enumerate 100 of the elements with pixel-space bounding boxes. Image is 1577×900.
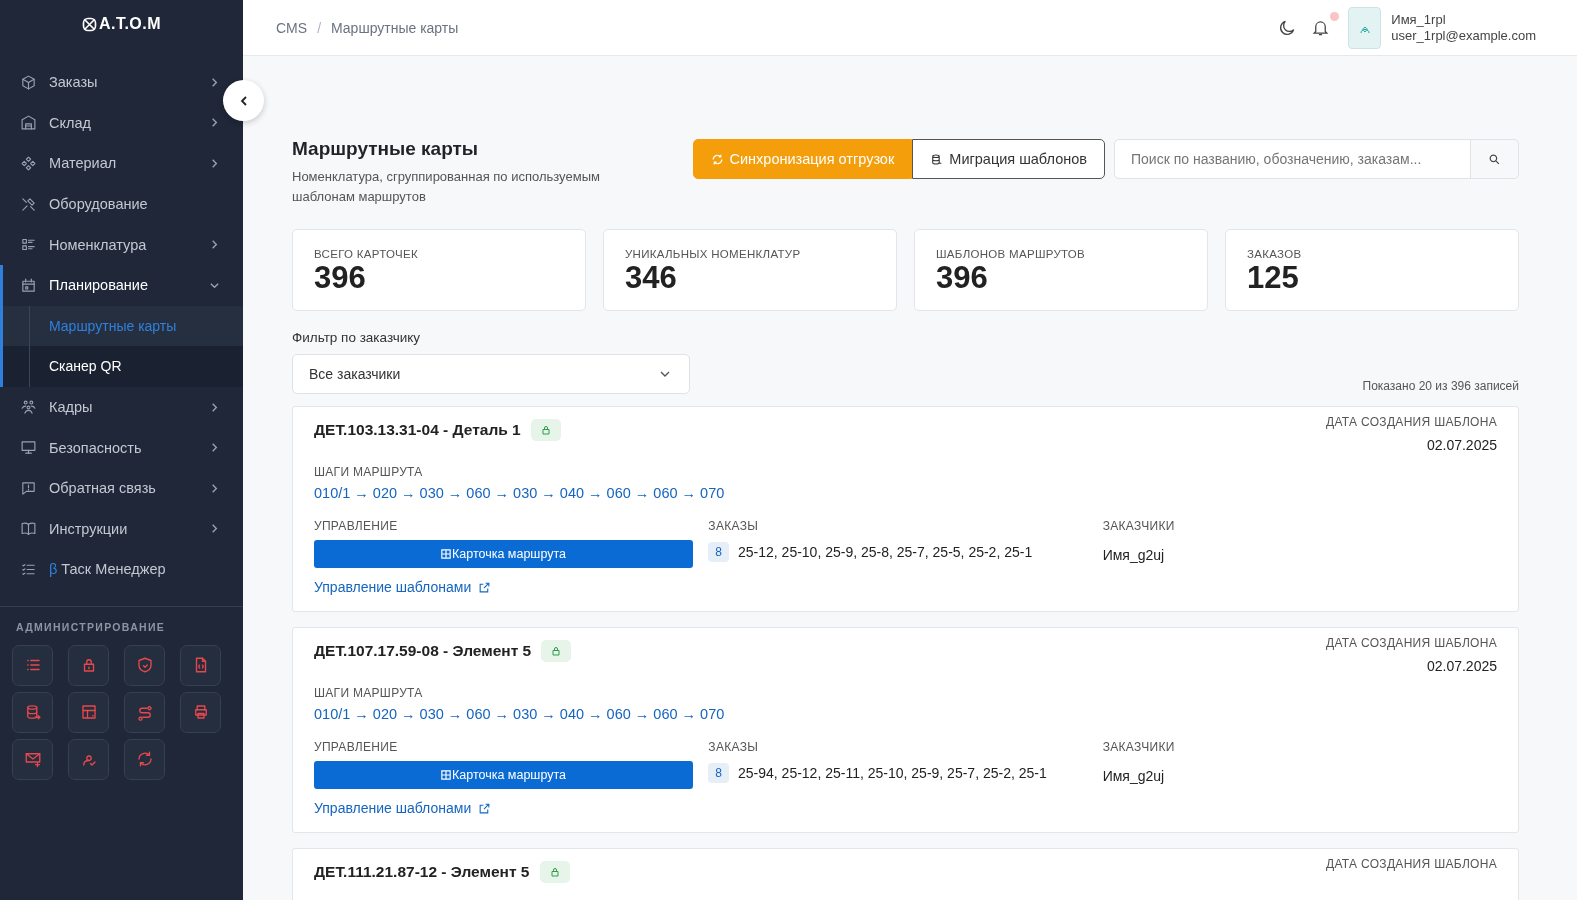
breadcrumb-separator: /: [317, 19, 321, 36]
refresh-icon: [135, 750, 154, 769]
nav-icon: [20, 276, 37, 294]
order-list: 25-12, 25-10, 25-9, 25-8, 25-7, 25-5, 25-2, 25-1: [738, 544, 1033, 560]
card-title: ДЕТ.107.17.59-08 - Элемент 5: [314, 642, 532, 660]
nav-item[interactable]: Планирование: [3, 264, 220, 306]
nav-item[interactable]: Заказы: [0, 62, 220, 103]
record-count: Показано 20 из 396 записей: [1362, 379, 1519, 393]
logo-text: A.T.O.M: [98, 15, 162, 33]
route-card-button[interactable]: Карточка маршрута: [314, 761, 693, 789]
admin-button[interactable]: [12, 691, 53, 733]
field-label: ШАГИ МАРШРУТА: [314, 686, 424, 700]
stat-label: ЗАКАЗОВ: [1247, 248, 1303, 260]
customer-name: Имя_g2uj: [1102, 768, 1166, 784]
page-title: Маршрутные карты: [292, 138, 480, 160]
table-icon: [79, 703, 98, 722]
nav-icon: [20, 114, 37, 132]
customer-dropdown[interactable]: Все заказчики: [292, 354, 690, 394]
nav-icon: [20, 398, 37, 416]
stat-label: ВСЕГО КАРТОЧЕК: [314, 248, 419, 260]
route-icon: [135, 703, 154, 722]
chevron-icon: [209, 442, 220, 454]
admin-button[interactable]: [180, 691, 221, 733]
date-value: 02.07.2025: [1426, 658, 1497, 674]
admin-button[interactable]: [68, 738, 109, 780]
refresh-icon: [710, 152, 724, 166]
admin-button[interactable]: [68, 691, 109, 733]
field-label: УПРАВЛЕНИЕ: [314, 519, 399, 533]
date-value: 02.07.2025: [1426, 437, 1497, 453]
customer-name: Имя_g2uj: [1102, 547, 1166, 563]
grid-icon: [441, 549, 451, 559]
nav-icon: [20, 73, 37, 91]
stat-value: 396: [936, 260, 989, 296]
bell-icon[interactable]: [1311, 18, 1331, 37]
filter-label: Фильтр по заказчику: [292, 330, 422, 345]
admin-button[interactable]: [68, 644, 109, 686]
nav-icon: [20, 439, 37, 457]
lock-icon: [548, 866, 561, 878]
logo[interactable]: A.T.O.M: [0, 0, 243, 48]
page-subtitle: Номенклатура, сгруппированная по используемым шаблонам маршрутов: [292, 168, 601, 206]
lock-icon: [550, 645, 563, 657]
search-icon: [1488, 152, 1501, 166]
nav-item[interactable]: Кадры: [0, 386, 220, 428]
admin-button[interactable]: [124, 691, 165, 733]
templates-link[interactable]: Управление шаблонами: [314, 579, 492, 595]
nav-item[interactable]: Обратная связь: [0, 467, 220, 509]
field-label: УПРАВЛЕНИЕ: [314, 740, 399, 754]
route-card-button[interactable]: Карточка маршрута: [314, 540, 693, 568]
field-label: ДАТА СОЗДАНИЯ ШАБЛОНА: [1326, 636, 1497, 650]
card-title: ДЕТ.111.21.87-12 - Элемент 5: [314, 863, 530, 881]
field-label: ЗАКАЗЧИКИ: [1102, 740, 1176, 754]
stat-label: ШАБЛОНОВ МАРШРУТОВ: [936, 248, 1087, 260]
templates-link[interactable]: Управление шаблонами: [314, 800, 492, 816]
chevron-icon: [209, 482, 220, 494]
nav-item[interactable]: Безопасность: [0, 427, 220, 468]
breadcrumb[interactable]: Маршрутные карты: [331, 19, 459, 36]
nav-item[interactable]: β Таск Менеджер: [0, 549, 220, 590]
nav-icon: [20, 479, 37, 497]
external-link-icon: [478, 580, 492, 594]
nav-item[interactable]: Номенклатура: [0, 224, 220, 265]
nav-icon: [20, 155, 37, 172]
stat-value: 125: [1247, 260, 1300, 296]
database-icon: [930, 152, 944, 166]
order-list: 25-94, 25-12, 25-11, 25-10, 25-9, 25-7, 25-2, 25-1: [738, 765, 1047, 781]
field-label: ЗАКАЗЫ: [708, 740, 760, 754]
lock-icon: [539, 424, 552, 436]
external-link-icon: [478, 801, 492, 815]
admin-button[interactable]: [180, 644, 221, 686]
chevron-icon: [209, 76, 220, 88]
breadcrumb[interactable]: CMS: [276, 19, 308, 36]
field-label: ДАТА СОЗДАНИЯ ШАБЛОНА: [1326, 415, 1497, 429]
admin-button[interactable]: [124, 644, 165, 686]
mail-icon: [23, 750, 42, 769]
migrate-button[interactable]: Миграция шаблонов: [912, 139, 1105, 179]
admin-button[interactable]: [12, 644, 53, 686]
card-title: ДЕТ.103.13.31-04 - Деталь 1: [314, 421, 521, 439]
nav-icon: [20, 520, 37, 538]
shield-icon: [135, 656, 154, 675]
atom-icon: [81, 16, 97, 32]
order-count-badge: 8: [708, 542, 729, 562]
stat-label: УНИКАЛЬНЫХ НОМЕНКЛАТУР: [625, 248, 802, 260]
nav-subitem[interactable]: Сканер QR: [3, 346, 243, 387]
nav-item[interactable]: Материал: [0, 143, 220, 184]
route-steps: 010/1 → 020 → 030 → 060 → 030 → 040 → 060 → 060 → 070: [314, 706, 1497, 722]
search-field[interactable]: Поиск по названию, обозначению, заказам...: [1114, 139, 1471, 179]
admin-button[interactable]: [12, 738, 53, 780]
nav-item[interactable]: Склад: [0, 102, 220, 144]
field-label: ЗАКАЗЧИКИ: [1102, 519, 1176, 533]
nav-item[interactable]: Инструкции: [0, 508, 220, 550]
nav-item[interactable]: Оборудование: [0, 183, 220, 225]
user-email: user_1rpl@example.com: [1391, 28, 1536, 43]
stat-value: 346: [625, 260, 678, 296]
stat-value: 396: [314, 260, 367, 296]
admin-button[interactable]: [124, 738, 165, 780]
chevron-icon: [209, 239, 220, 251]
nav-icon: [20, 195, 37, 213]
field-label: ШАГИ МАРШРУТА: [314, 465, 424, 479]
chevron-icon: [209, 401, 220, 413]
route-steps: 010/1 → 020 → 030 → 060 → 030 → 040 → 060 → 060 → 070: [314, 485, 1497, 501]
chevron-icon: [209, 158, 220, 169]
